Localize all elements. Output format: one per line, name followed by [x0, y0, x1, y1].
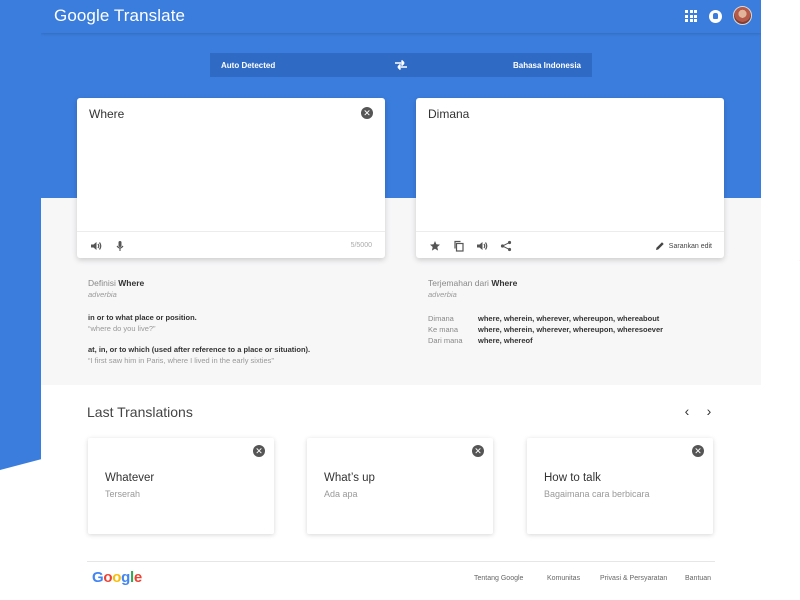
remove-icon[interactable]: ✕ [253, 445, 265, 457]
translation-card-footer: Sarankan edit [416, 231, 724, 258]
share-icon[interactable] [500, 240, 512, 252]
source-text[interactable]: Where [89, 107, 124, 121]
source-language[interactable]: Auto Detected [221, 61, 275, 70]
speaker-icon[interactable] [476, 240, 488, 252]
star-icon[interactable] [429, 240, 441, 252]
translations-word: Where [491, 278, 518, 288]
translation-synonyms: where, whereof [478, 336, 533, 345]
word-type: adverbia [428, 290, 457, 299]
character-counter: 5/5000 [350, 242, 372, 249]
speaker-icon[interactable] [90, 240, 102, 252]
translation-synonyms: where, wherein, wherever, whereupon, whe… [478, 314, 660, 323]
translations-panel: Terjemahan dari Where adverbia Dimana wh… [428, 278, 728, 345]
translated-text: Dimana [428, 107, 470, 121]
translation-synonyms: where, wherein, wherever, whereupon, whe… [478, 325, 664, 334]
target-language[interactable]: Bahasa Indonesia [513, 61, 581, 70]
footer-link-about[interactable]: Tentang Google [474, 575, 523, 582]
logo-letter: o [103, 569, 113, 586]
history-card[interactable]: ✕ How to talk Bagaimana cara berbicara [527, 438, 713, 534]
footer-link-privacy[interactable]: Privasi & Persyaratan [600, 575, 667, 582]
history-source: What’s up [324, 472, 375, 484]
app-title[interactable]: Google Translate [54, 6, 185, 26]
definition-title: Definisi Where [88, 278, 388, 288]
footer-link-community[interactable]: Komunitas [547, 575, 580, 582]
definition-example: “I first saw him in Paris, where I lived… [88, 356, 274, 365]
translation-row[interactable]: Ke mana where, wherein, wherever, whereu… [428, 325, 728, 334]
translation-row[interactable]: Dimana where, wherein, wherever, whereup… [428, 314, 728, 323]
translation-term: Ke mana [428, 325, 459, 334]
google-logo[interactable]: Google [92, 569, 142, 586]
source-text-card[interactable]: Where ✕ 5/5000 [77, 98, 385, 258]
definition-example: “where do you live?” [88, 324, 156, 333]
remove-icon[interactable]: ✕ [692, 445, 704, 457]
translations-title-prefix: Terjemahan dari [428, 278, 489, 288]
notifications-icon[interactable] [708, 9, 722, 23]
history-source: How to talk [544, 472, 601, 484]
translations-table: Dimana where, wherein, wherever, whereup… [428, 314, 728, 345]
definition-word: Where [118, 278, 145, 288]
source-card-footer: 5/5000 [77, 231, 385, 258]
apps-icon[interactable] [684, 9, 698, 23]
definition-meaning: at, in, or to which (used after referenc… [88, 345, 311, 354]
microphone-icon[interactable] [114, 240, 126, 252]
definition-entry: in or to what place or position. “where … [88, 313, 388, 333]
translation-row[interactable]: Dari mana where, whereof [428, 336, 728, 345]
top-bar: Google Translate [41, 0, 761, 33]
clear-icon[interactable]: ✕ [361, 107, 373, 119]
avatar[interactable] [733, 6, 752, 25]
logo-letter: G [92, 569, 104, 586]
suggest-edit-label: Sarankan edit [668, 242, 712, 250]
history-card[interactable]: ✕ What’s up Ada apa [307, 438, 493, 534]
history-target: Terserah [105, 489, 141, 499]
translation-card: Dimana Sarankan edit [416, 98, 724, 258]
history-source: Whatever [105, 472, 155, 484]
next-arrow-icon[interactable]: › [703, 404, 715, 418]
translate-app: Google Translate Auto Detected Bahasa In… [41, 0, 761, 600]
last-translations-title: Last Translations [87, 404, 193, 420]
history-target: Bagaimana cara berbicara [544, 489, 650, 499]
logo-letter: o [112, 569, 122, 586]
history-card[interactable]: ✕ Whatever Terserah [88, 438, 274, 534]
language-selector-bar: Auto Detected Bahasa Indonesia [210, 53, 592, 77]
copy-icon[interactable] [453, 240, 465, 252]
background-white-shape [760, 0, 800, 275]
translation-term: Dimana [428, 314, 454, 323]
translation-term: Dari mana [428, 336, 463, 345]
word-type: adverbia [88, 290, 117, 299]
pencil-icon [655, 242, 664, 250]
definition-meaning: in or to what place or position. [88, 313, 197, 322]
history-target: Ada apa [324, 489, 358, 499]
remove-icon[interactable]: ✕ [472, 445, 484, 457]
footer-divider [87, 561, 715, 562]
definition-entry: at, in, or to which (used after referenc… [88, 345, 388, 365]
swap-languages-icon[interactable] [394, 59, 408, 71]
definition-title-prefix: Definisi [88, 278, 116, 288]
logo-letter: g [121, 569, 130, 586]
previous-arrow-icon[interactable]: ‹ [681, 404, 693, 418]
logo-letter: e [133, 569, 142, 586]
footer-link-help[interactable]: Bantuan [685, 575, 711, 582]
translations-title: Terjemahan dari Where [428, 278, 728, 288]
definition-panel: Definisi Where adverbia in or to what pl… [88, 278, 388, 365]
suggest-edit-button[interactable]: Sarankan edit [655, 241, 712, 251]
